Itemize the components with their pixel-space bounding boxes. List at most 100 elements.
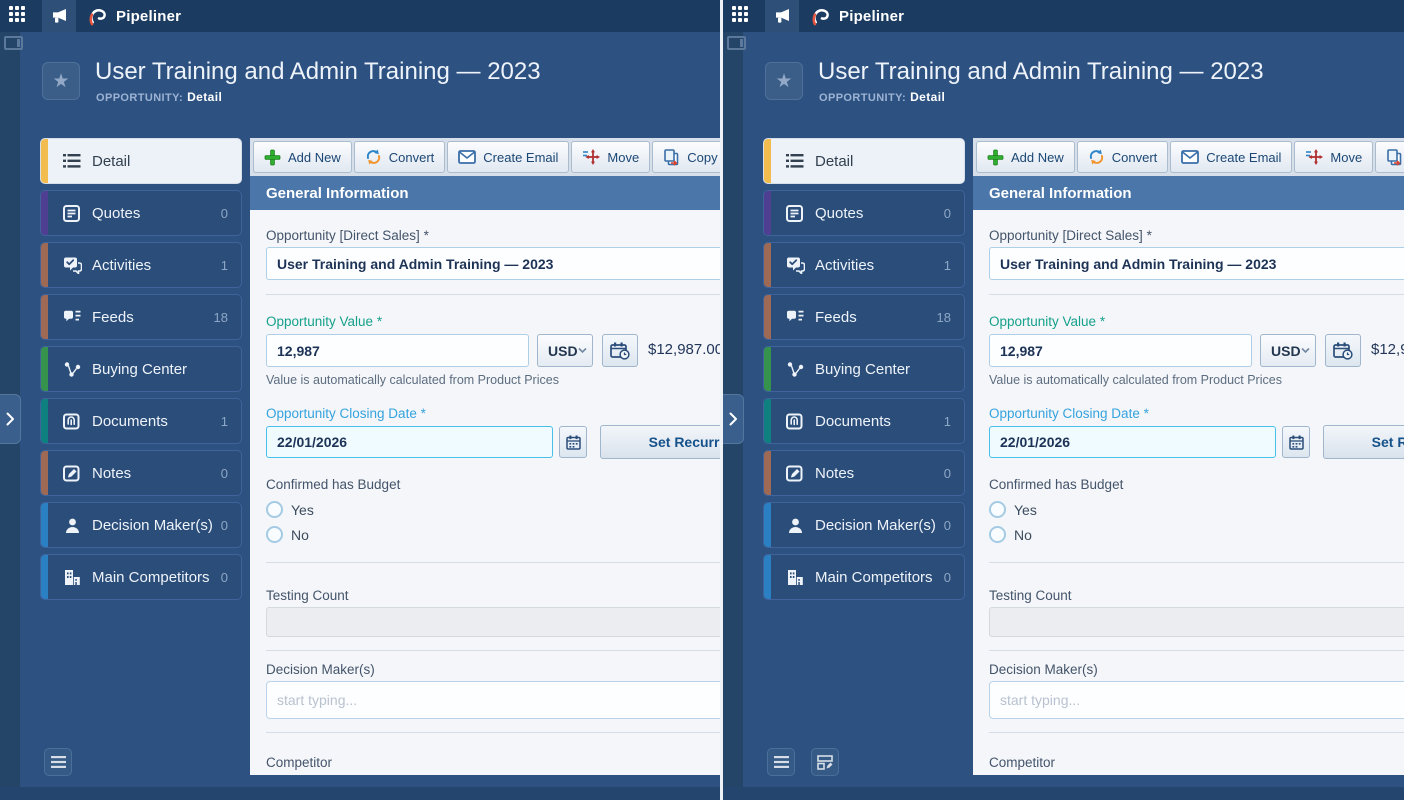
sidebar-menu-button[interactable] <box>44 748 72 776</box>
sidebar-menu-button[interactable] <box>767 748 795 776</box>
toolbar-button[interactable]: Move <box>1294 141 1373 173</box>
sidebar-tab-label: Quotes <box>92 205 140 222</box>
sidebar-tab-count: 0 <box>944 466 951 481</box>
sidebar-tab[interactable]: Quotes 0 <box>40 190 242 236</box>
toolbar-button[interactable]: Move <box>571 141 650 173</box>
budget-yes-radio[interactable] <box>266 501 283 518</box>
sidebar-tab[interactable]: Decision Maker(s) 0 <box>763 502 965 548</box>
apps-grid-icon[interactable] <box>9 6 29 26</box>
calendar-button[interactable] <box>559 426 587 458</box>
top-bar: Pipeliner <box>723 0 1404 32</box>
budget-no-radio[interactable] <box>266 526 283 543</box>
megaphone-icon <box>51 9 68 24</box>
detail-list-icon <box>786 153 804 169</box>
toolbar-button[interactable]: Add New <box>253 141 352 173</box>
sidebar-tab[interactable]: Notes 0 <box>40 450 242 496</box>
tab-color-stripe <box>41 295 48 339</box>
exchange-rate-button[interactable] <box>602 334 638 367</box>
competitor-label: Competitor <box>266 755 332 770</box>
hamburger-icon <box>51 756 66 768</box>
activities-check-bubble-icon <box>786 257 805 274</box>
sidebar-tab[interactable]: Feeds 18 <box>763 294 965 340</box>
tab-color-stripe <box>41 243 48 287</box>
sidebar-tab-label: Documents <box>815 413 891 430</box>
opportunity-name-input[interactable] <box>266 247 720 280</box>
chevron-right-icon <box>6 412 15 426</box>
section-header: General Information <box>250 176 720 210</box>
layout-edit-button[interactable] <box>811 748 839 776</box>
collapse-panel-icon[interactable] <box>727 36 746 50</box>
sidebar-tab[interactable]: Main Competitors 0 <box>40 554 242 600</box>
announcements-button[interactable] <box>42 0 76 32</box>
pipeliner-logo[interactable]: Pipeliner <box>86 5 181 28</box>
budget-no-radio[interactable] <box>989 526 1006 543</box>
opportunity-value-input[interactable] <box>989 334 1252 367</box>
toolbar-button[interactable]: Copy <box>652 141 720 173</box>
sidebar-tab-label: Detail <box>815 153 853 170</box>
sidebar-expander[interactable] <box>0 394 21 444</box>
opportunity-value-input[interactable] <box>266 334 529 367</box>
budget-yes-radio[interactable] <box>989 501 1006 518</box>
sidebar-expander[interactable] <box>723 394 744 444</box>
toolbar-button[interactable]: Add New <box>976 141 1075 173</box>
sidebar-tab[interactable]: Activities 1 <box>40 242 242 288</box>
pipeliner-logo-icon <box>86 5 109 28</box>
sidebar-tab[interactable]: Feeds 18 <box>40 294 242 340</box>
notes-pencil-icon <box>63 465 81 482</box>
decision-makers-label: Decision Maker(s) <box>266 662 375 677</box>
closing-date-input[interactable] <box>989 426 1276 458</box>
email-envelope-icon <box>458 150 476 164</box>
sidebar-tab[interactable]: Buying Center <box>40 346 242 392</box>
currency-select[interactable]: USD <box>537 334 593 367</box>
documents-paperclip-icon <box>786 413 804 430</box>
calendar-button[interactable] <box>1282 426 1310 458</box>
sidebar-tab[interactable]: Buying Center <box>763 346 965 392</box>
sidebar-tab-count: 18 <box>937 310 951 325</box>
formatted-value: $12,987.00 <box>648 341 720 358</box>
tab-color-stripe <box>41 139 48 183</box>
documents-paperclip-icon <box>63 413 81 430</box>
toolbar-button[interactable]: Copy <box>1375 141 1404 173</box>
favorite-star-button[interactable]: ★ <box>42 62 80 100</box>
decision-makers-input[interactable] <box>266 681 720 719</box>
set-recurrence-button[interactable]: Set Recurrence <box>600 425 720 459</box>
sidebar-tab-label: Main Competitors <box>92 569 210 586</box>
closing-date-label: Opportunity Closing Date * <box>266 406 426 421</box>
sidebar-tab[interactable]: Main Competitors 0 <box>763 554 965 600</box>
sidebar-tab[interactable]: Documents 1 <box>763 398 965 444</box>
set-recurrence-button[interactable]: Set Recurrence <box>1323 425 1404 459</box>
sidebar-tab-label: Main Competitors <box>815 569 933 586</box>
convert-arrows-icon <box>365 149 382 165</box>
collapse-panel-icon[interactable] <box>4 36 23 50</box>
currency-select[interactable]: USD <box>1260 334 1316 367</box>
sidebar-tab[interactable]: Detail <box>40 138 242 184</box>
sidebar-tab[interactable]: Decision Maker(s) 0 <box>40 502 242 548</box>
decision-makers-input[interactable] <box>989 681 1404 719</box>
toolbar-button[interactable]: Create Email <box>447 141 569 173</box>
sidebar-tab[interactable]: Notes 0 <box>763 450 965 496</box>
opportunity-name-input[interactable] <box>989 247 1404 280</box>
sidebar-tab[interactable]: Documents 1 <box>40 398 242 444</box>
toolbar-button[interactable]: Create Email <box>1170 141 1292 173</box>
sidebar-tab[interactable]: Detail <box>763 138 965 184</box>
star-icon: ★ <box>775 70 792 93</box>
budget-no-label: No <box>291 527 309 543</box>
favorite-star-button[interactable]: ★ <box>765 62 803 100</box>
opportunity-name-label: Opportunity [Direct Sales] * <box>266 228 429 243</box>
divider <box>989 650 1404 651</box>
announcements-button[interactable] <box>765 0 799 32</box>
budget-label: Confirmed has Budget <box>989 477 1123 492</box>
toolbar-button[interactable]: Convert <box>354 141 446 173</box>
move-arrows-icon <box>582 149 600 165</box>
buying-center-orgchart-icon <box>786 361 805 378</box>
toolbar-button[interactable]: Convert <box>1077 141 1169 173</box>
quotes-document-icon <box>63 205 81 222</box>
pipeliner-logo[interactable]: Pipeliner <box>809 5 904 28</box>
app-window: Pipeliner ★ User Training and Admin Trai… <box>720 0 1404 800</box>
apps-grid-icon[interactable] <box>732 6 752 26</box>
layout-edit-icon <box>817 755 833 770</box>
closing-date-input[interactable] <box>266 426 553 458</box>
sidebar-tab[interactable]: Quotes 0 <box>763 190 965 236</box>
sidebar-tab[interactable]: Activities 1 <box>763 242 965 288</box>
exchange-rate-button[interactable] <box>1325 334 1361 367</box>
